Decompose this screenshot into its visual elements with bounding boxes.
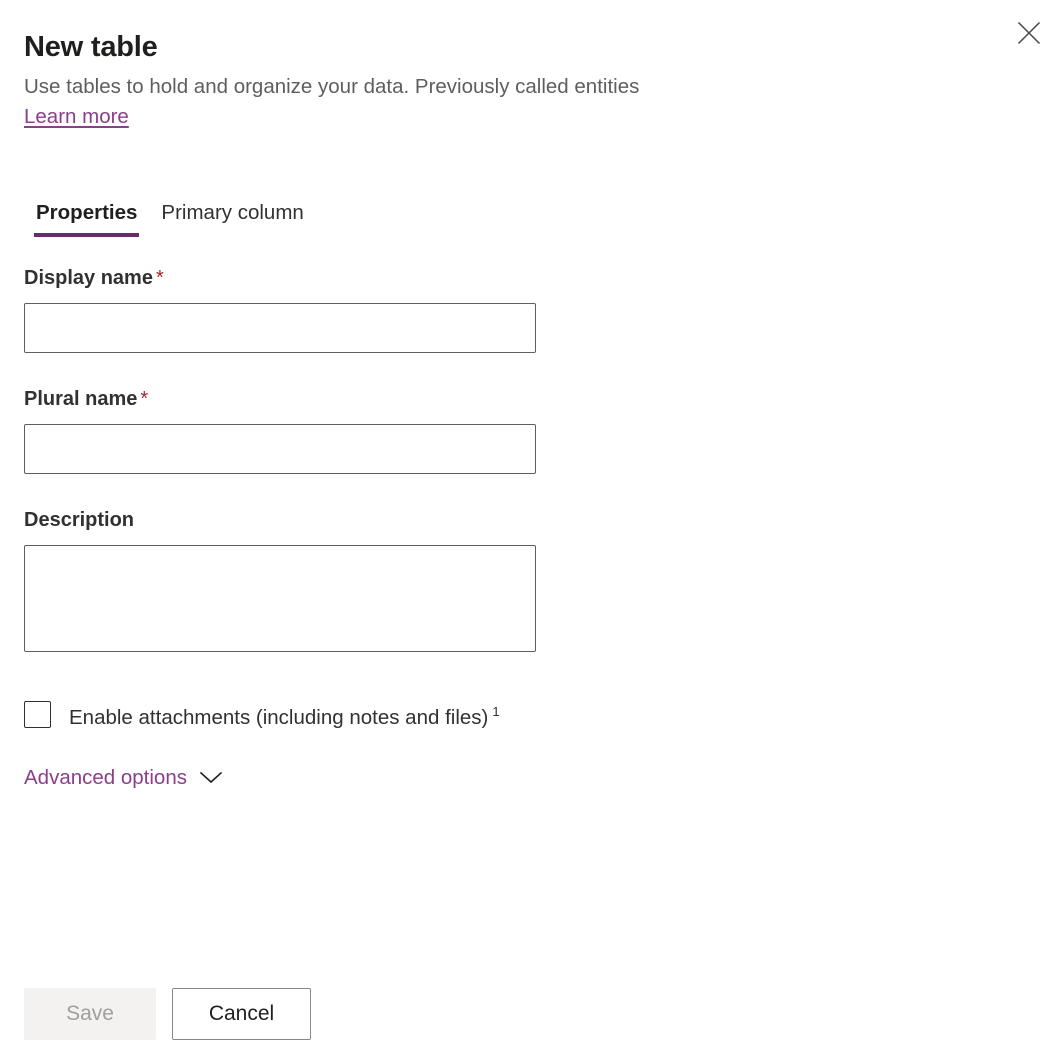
close-button[interactable]	[1008, 12, 1050, 54]
spacer	[24, 353, 536, 385]
panel-footer: Save Cancel	[24, 988, 311, 1040]
page-title: New table	[24, 28, 1026, 66]
enable-attachments-checkbox[interactable]	[24, 701, 51, 728]
close-icon	[1017, 21, 1041, 45]
advanced-options-toggle[interactable]: Advanced options	[24, 764, 222, 792]
properties-form: Display name* Plural name* Description	[24, 264, 536, 652]
tab-properties[interactable]: Properties	[24, 196, 149, 237]
display-name-label-text: Display name	[24, 267, 153, 289]
tab-properties-label: Properties	[36, 201, 137, 224]
enable-attachments-label: Enable attachments (including notes and …	[69, 699, 500, 731]
plural-name-required-marker: *	[140, 388, 148, 410]
new-table-panel: New table Use tables to hold and organiz…	[0, 0, 1050, 1047]
description-textarea[interactable]	[24, 545, 536, 652]
display-name-label: Display name*	[24, 264, 536, 292]
save-button[interactable]: Save	[24, 988, 156, 1040]
enable-attachments-label-text: Enable attachments (including notes and …	[69, 706, 488, 729]
description-label: Description	[24, 506, 536, 534]
footnote-marker: 1	[492, 704, 499, 719]
chevron-down-icon	[200, 771, 222, 785]
display-name-required-marker: *	[156, 267, 164, 289]
tab-list: Properties Primary column	[24, 196, 316, 237]
learn-more-link[interactable]: Learn more	[24, 103, 129, 131]
advanced-options-label: Advanced options	[24, 764, 187, 792]
field-plural-name: Plural name*	[24, 385, 536, 474]
field-display-name: Display name*	[24, 264, 536, 353]
plural-name-label-text: Plural name	[24, 388, 137, 410]
cancel-button[interactable]: Cancel	[172, 988, 311, 1040]
plural-name-label: Plural name*	[24, 385, 536, 413]
plural-name-input[interactable]	[24, 424, 536, 474]
panel-header: New table Use tables to hold and organiz…	[24, 28, 1026, 131]
tab-primary-column[interactable]: Primary column	[149, 196, 315, 237]
panel-subtitle: Use tables to hold and organize your dat…	[24, 73, 1026, 101]
spacer	[24, 474, 536, 506]
display-name-input[interactable]	[24, 303, 536, 353]
enable-attachments-row[interactable]: Enable attachments (including notes and …	[24, 699, 500, 731]
field-description: Description	[24, 506, 536, 652]
tab-primary-column-label: Primary column	[161, 201, 303, 224]
